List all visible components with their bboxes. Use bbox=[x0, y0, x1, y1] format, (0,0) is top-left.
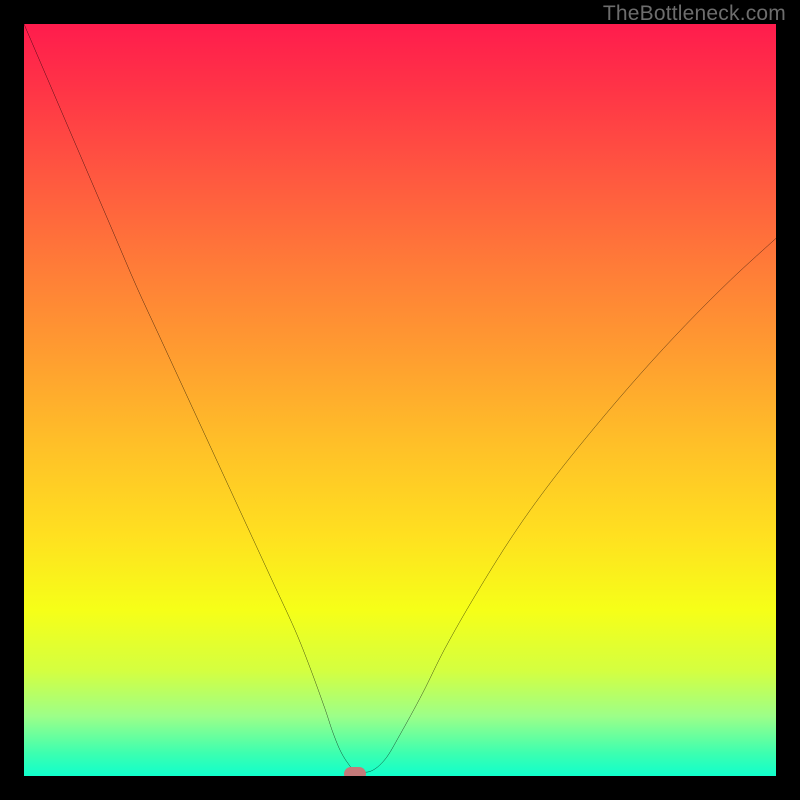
optimal-point-marker bbox=[344, 767, 366, 776]
watermark-text: TheBottleneck.com bbox=[603, 2, 786, 26]
chart-frame: TheBottleneck.com bbox=[0, 0, 800, 800]
bottleneck-curve bbox=[24, 24, 776, 776]
plot-area bbox=[24, 24, 776, 776]
